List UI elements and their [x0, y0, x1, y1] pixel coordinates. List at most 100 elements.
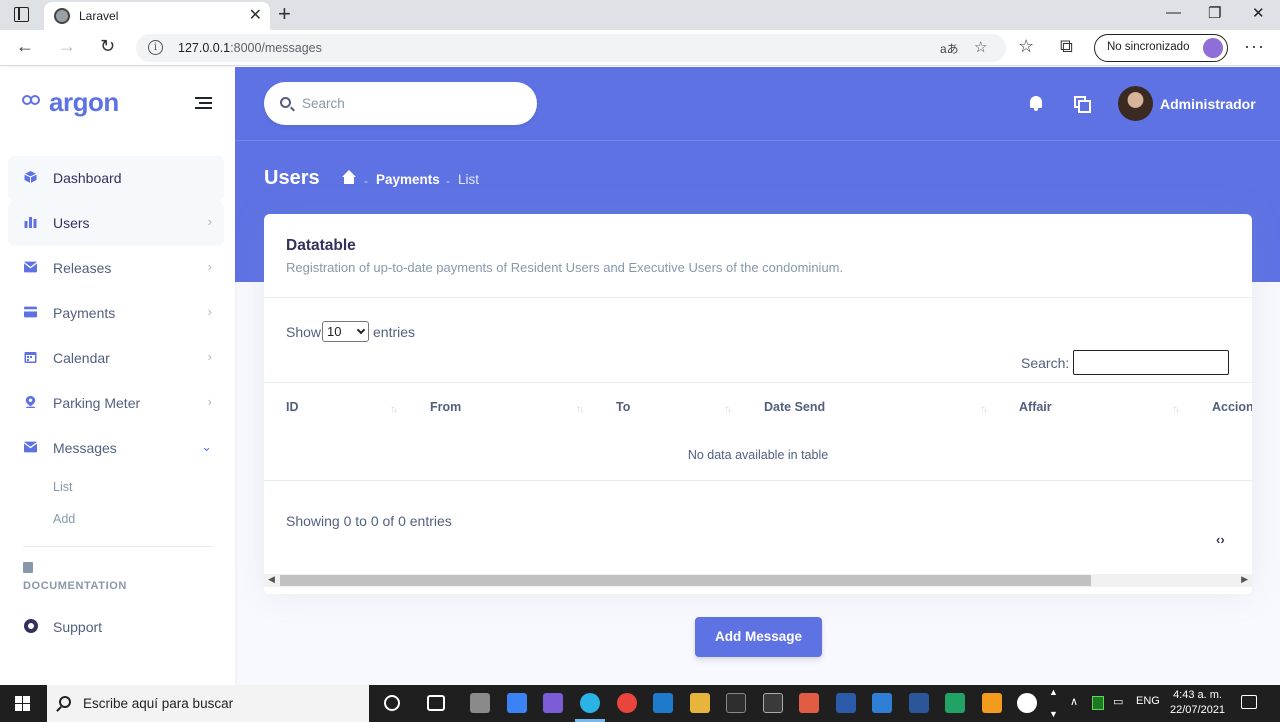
column-to[interactable]: To	[616, 400, 630, 414]
cortana-icon[interactable]	[384, 695, 400, 711]
windows-start-icon[interactable]	[15, 696, 31, 712]
credit-card-icon	[24, 306, 37, 318]
excel-icon[interactable]	[945, 693, 965, 713]
sidebar-item-label: Payments	[53, 305, 116, 321]
sidebar-item-label: Calendar	[53, 350, 110, 366]
sort-icon[interactable]: ↑↓	[1172, 404, 1180, 415]
favorites-icon[interactable]: ☆	[1018, 36, 1034, 57]
entries-label: entries	[373, 324, 416, 340]
column-date-send[interactable]: Date Send	[764, 400, 825, 414]
sidebar-item-label: Dashboard	[53, 170, 122, 186]
column-id[interactable]: ID	[286, 400, 299, 414]
chrome-icon[interactable]	[617, 693, 637, 713]
sidenav-toggle-icon[interactable]	[195, 97, 212, 112]
vscode-icon[interactable]	[653, 693, 673, 713]
sidebar-item-label: Support	[53, 619, 103, 635]
sidebar-subitem-list[interactable]: List	[8, 471, 224, 503]
home-icon[interactable]	[342, 170, 356, 185]
collections-icon[interactable]: ⧉	[1060, 36, 1073, 57]
scrollbar-thumb[interactable]	[280, 575, 1091, 586]
profile-button[interactable]: No sincronizado	[1094, 34, 1228, 62]
read-aloud-icon[interactable]: aあ	[940, 40, 959, 57]
browser-tab[interactable]: Laravel ✕	[44, 2, 270, 30]
scroll-right-icon[interactable]: ▶	[1241, 574, 1248, 585]
back-icon[interactable]: ←	[16, 36, 34, 57]
add-message-button[interactable]: Add Message	[695, 617, 822, 657]
cmd-icon[interactable]	[763, 693, 783, 713]
site-info-icon[interactable]: i	[148, 40, 163, 55]
search-input[interactable]: Search	[264, 82, 537, 125]
scroll-down-icon[interactable]: ▼	[1049, 709, 1058, 719]
page-length-value: 10	[327, 324, 342, 339]
user-name[interactable]: Administrador	[1160, 96, 1256, 112]
sidebar-item-users[interactable]: Users ›	[8, 201, 224, 246]
column-accion[interactable]: Accion	[1212, 400, 1252, 414]
horizontal-scrollbar[interactable]: ◀ ▶	[264, 574, 1252, 587]
reload-icon[interactable]: ↻	[100, 36, 115, 57]
bar-chart-icon	[24, 217, 37, 228]
tray-app-icon[interactable]	[1092, 696, 1104, 710]
page-length-select[interactable]: 10	[322, 321, 369, 342]
address-bar[interactable]: i 127.0.0.1:8000/messages aあ ☆	[136, 34, 1006, 62]
file-explorer-icon[interactable]	[690, 693, 710, 713]
sidebar-item-label: Parking Meter	[53, 395, 141, 411]
edge-icon[interactable]	[580, 693, 600, 713]
sort-icon[interactable]: ↑↓	[724, 404, 732, 415]
close-window-icon[interactable]: ✕	[1252, 4, 1265, 22]
table-divider	[264, 480, 1252, 481]
sidebar-item-releases[interactable]: Releases ›	[8, 246, 224, 291]
taskbar-clock[interactable]: 4:43 a. m. 22/07/2021	[1170, 688, 1225, 718]
column-from[interactable]: From	[430, 400, 461, 414]
taskbar-search[interactable]: Escribe aquí para buscar	[47, 685, 369, 722]
avatar[interactable]	[1118, 86, 1153, 121]
column-affair[interactable]: Affair	[1019, 400, 1052, 414]
calendar-app-icon[interactable]	[507, 693, 527, 713]
datatable-card: Datatable Registration of up-to-date pay…	[264, 214, 1252, 594]
sidebar-subitem-add[interactable]: Add	[8, 503, 224, 535]
scroll-up-icon[interactable]: ▲	[1049, 687, 1058, 697]
git-icon[interactable]	[799, 693, 819, 713]
favorite-add-icon[interactable]: ☆	[974, 38, 987, 56]
chevron-down-icon: ⌄	[201, 439, 212, 454]
terminal-icon[interactable]	[726, 693, 746, 713]
close-tab-icon[interactable]: ✕	[249, 5, 262, 25]
calculator-icon[interactable]	[470, 693, 490, 713]
tab-actions-icon[interactable]	[14, 7, 29, 22]
apps-icon[interactable]	[1074, 96, 1091, 113]
profile-avatar	[1203, 38, 1223, 58]
sort-icon[interactable]: ↑↓	[576, 404, 584, 415]
sidebar-item-parking-meter[interactable]: Parking Meter ›	[8, 381, 224, 426]
chevron-right-icon: ›	[207, 304, 212, 319]
powershell-icon[interactable]	[836, 693, 856, 713]
sidebar-item-calendar[interactable]: Calendar ›	[8, 336, 224, 381]
task-view-icon[interactable]	[427, 695, 445, 711]
language-indicator[interactable]: ENG	[1136, 695, 1160, 707]
sidebar-item-dashboard[interactable]: Dashboard	[8, 156, 224, 201]
page-title: Users	[264, 167, 320, 189]
tray-expand-icon[interactable]: ∧	[1070, 695, 1078, 708]
scroll-left-icon[interactable]: ◀	[268, 574, 275, 585]
bell-icon[interactable]	[1030, 96, 1042, 111]
mail-icon[interactable]	[872, 693, 892, 713]
restore-icon[interactable]: ❐	[1208, 4, 1221, 22]
notes-app-icon[interactable]	[1017, 693, 1037, 713]
xampp-icon[interactable]	[982, 693, 1002, 713]
more-icon[interactable]: ···	[1244, 36, 1265, 57]
url-text[interactable]: 127.0.0.1:8000/messages	[178, 41, 322, 55]
word-icon[interactable]	[909, 693, 929, 713]
documentation-heading: DOCUMENTATION	[23, 580, 127, 592]
new-tab-icon[interactable]: +	[278, 1, 291, 27]
sidebar-item-messages[interactable]: Messages ⌄	[8, 426, 224, 471]
pagination-icon[interactable]: ‹›	[1216, 532, 1225, 547]
breadcrumb-payments[interactable]: Payments	[376, 172, 440, 187]
sidebar-item-payments[interactable]: Payments ›	[8, 291, 224, 336]
table-search-input[interactable]	[1073, 350, 1229, 375]
network-icon[interactable]: ▭	[1113, 695, 1123, 708]
sort-icon[interactable]: ↑↓	[980, 404, 988, 415]
map-pin-icon	[25, 396, 36, 408]
notifications-icon[interactable]	[1241, 695, 1257, 709]
minimize-icon[interactable]: —	[1166, 4, 1181, 21]
sort-icon[interactable]: ↑↓	[390, 404, 398, 415]
forward-icon[interactable]: →	[58, 36, 76, 57]
visual-studio-icon[interactable]	[543, 693, 563, 713]
